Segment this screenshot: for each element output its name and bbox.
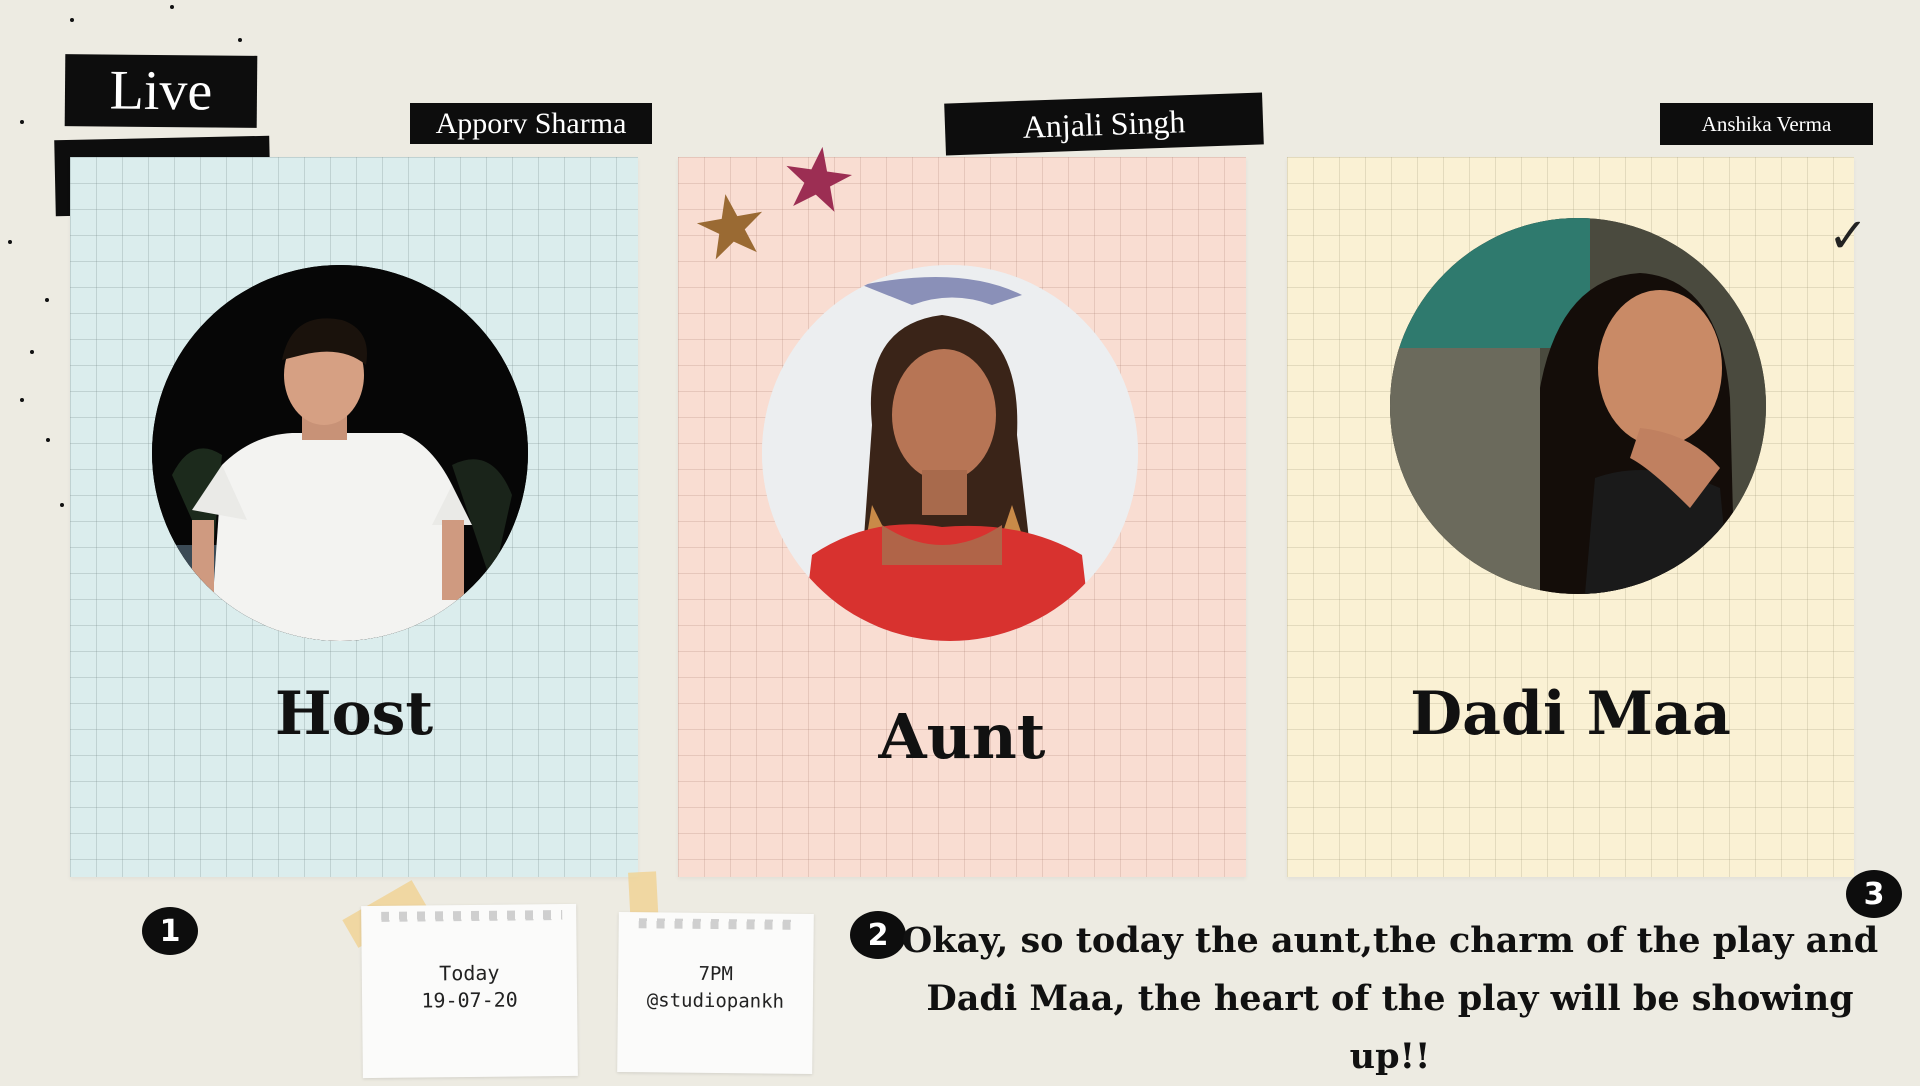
dadi-photo	[1390, 218, 1766, 594]
aunt-role-label: Aunt	[878, 700, 1046, 773]
host-photo	[152, 265, 528, 641]
aunt-portrait-illustration	[762, 265, 1138, 641]
gold-glitter-star-icon	[696, 194, 763, 260]
dadi-role-label: Dadi Maa	[1410, 679, 1731, 749]
dadi-portrait-illustration	[1390, 218, 1766, 594]
date-note: Today 19-07-20	[361, 903, 578, 1079]
time-note-text: 7PM @studiopankh	[618, 960, 814, 1016]
time-note: 7PM @studiopankh	[617, 911, 814, 1075]
date-note-line2: 19-07-20	[421, 987, 518, 1013]
decorative-speck	[70, 18, 74, 22]
aunt-name-tag: Anjali Singh	[944, 92, 1264, 156]
announcement-line2: Dadi Maa, the heart of the play will be …	[926, 978, 1854, 1077]
decorative-speck	[238, 38, 242, 42]
aunt-card: Aunt	[678, 157, 1246, 877]
notebook-holes	[638, 918, 800, 930]
date-note-line1: Today	[439, 960, 500, 986]
announcement-line1: Okay, so today the aunt,the charm of the…	[901, 920, 1879, 961]
decorative-speck	[8, 240, 12, 244]
number-badge-3: 3	[1846, 870, 1902, 918]
live-title-tag: Live	[64, 54, 258, 128]
decorative-speck	[30, 350, 34, 354]
check-mark-icon: ✓	[1828, 208, 1869, 264]
host-card: Host	[70, 157, 638, 877]
aunt-photo	[762, 265, 1138, 641]
decorative-speck	[20, 398, 24, 402]
date-note-text: Today 19-07-20	[362, 959, 578, 1015]
number-badge-2: 2	[850, 911, 906, 959]
time-note-line2: @studiopankh	[646, 989, 785, 1013]
decorative-speck	[170, 5, 174, 9]
host-portrait-illustration	[152, 265, 528, 641]
number-badge-1: 1	[142, 907, 198, 955]
announcement-message: Okay, so today the aunt,the charm of the…	[900, 912, 1880, 1086]
dadi-card: Dadi Maa	[1287, 157, 1854, 877]
decorative-speck	[45, 298, 49, 302]
host-name-tag: Apporv Sharma	[410, 103, 652, 144]
pink-glitter-star-icon	[786, 146, 853, 212]
notebook-holes	[381, 910, 563, 922]
time-note-line1: 7PM	[698, 962, 733, 986]
dadi-name-tag: Anshika Verma	[1660, 103, 1873, 145]
decorative-speck	[60, 503, 64, 507]
decorative-speck	[46, 438, 50, 442]
decorative-speck	[20, 120, 24, 124]
host-role-label: Host	[274, 679, 434, 749]
